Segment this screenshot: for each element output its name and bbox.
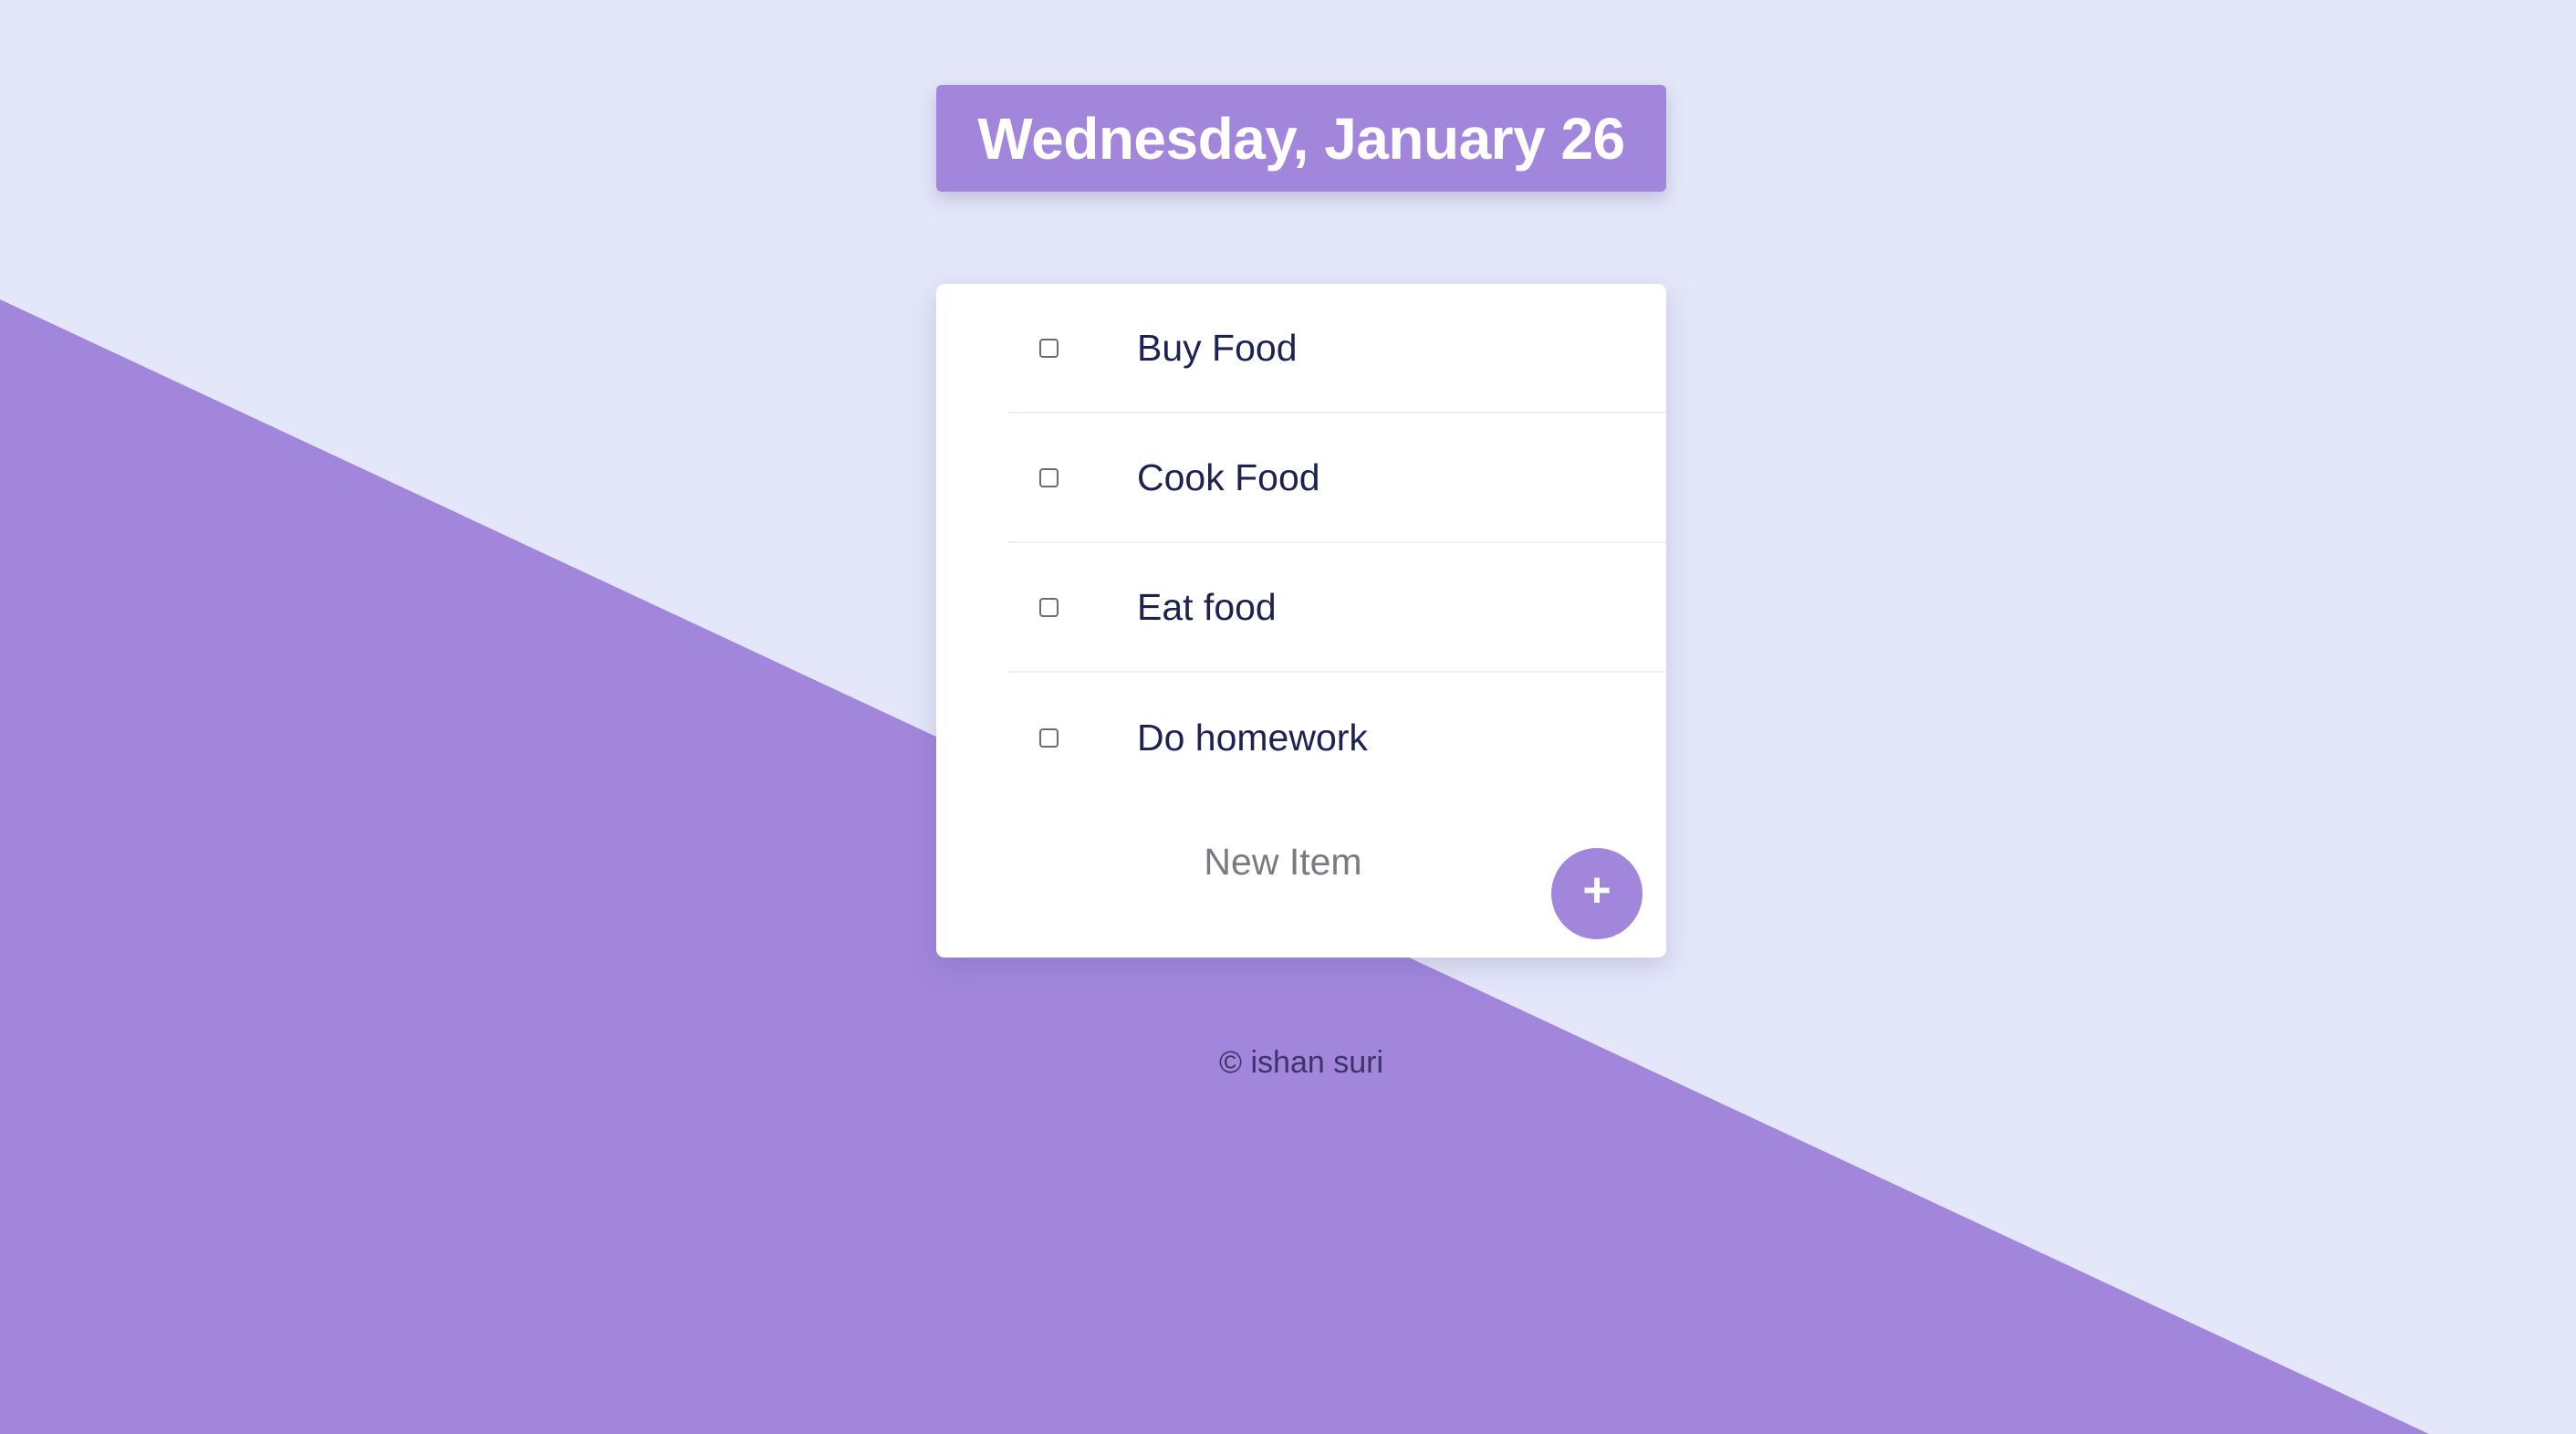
add-item-button[interactable]: + — [1551, 848, 1643, 939]
page-title: Wednesday, January 26 — [977, 105, 1625, 172]
todo-item-label: Do homework — [1137, 716, 1368, 759]
todo-item-label: Eat food — [1137, 585, 1277, 628]
new-item-input[interactable] — [1073, 836, 1493, 887]
todo-checkbox[interactable] — [1039, 467, 1059, 487]
todo-checkbox[interactable] — [1039, 727, 1059, 748]
todo-card: Buy Food Cook Food Eat food Do homework … — [936, 284, 1666, 958]
footer-credit: © ishan suri — [1218, 1045, 1383, 1080]
list-item[interactable]: Eat food — [1008, 543, 1666, 673]
list-item[interactable]: Cook Food — [1008, 413, 1666, 543]
todo-item-label: Buy Food — [1137, 326, 1298, 369]
todo-item-label: Cook Food — [1137, 455, 1320, 498]
todo-list: Buy Food Cook Food Eat food Do homework — [1008, 284, 1666, 802]
todo-checkbox[interactable] — [1039, 338, 1059, 358]
todo-checkbox[interactable] — [1039, 597, 1059, 617]
date-header: Wednesday, January 26 — [936, 85, 1666, 192]
list-item[interactable]: Do homework — [1008, 673, 1666, 802]
plus-icon: + — [1582, 863, 1611, 917]
list-item[interactable]: Buy Food — [1008, 284, 1666, 413]
